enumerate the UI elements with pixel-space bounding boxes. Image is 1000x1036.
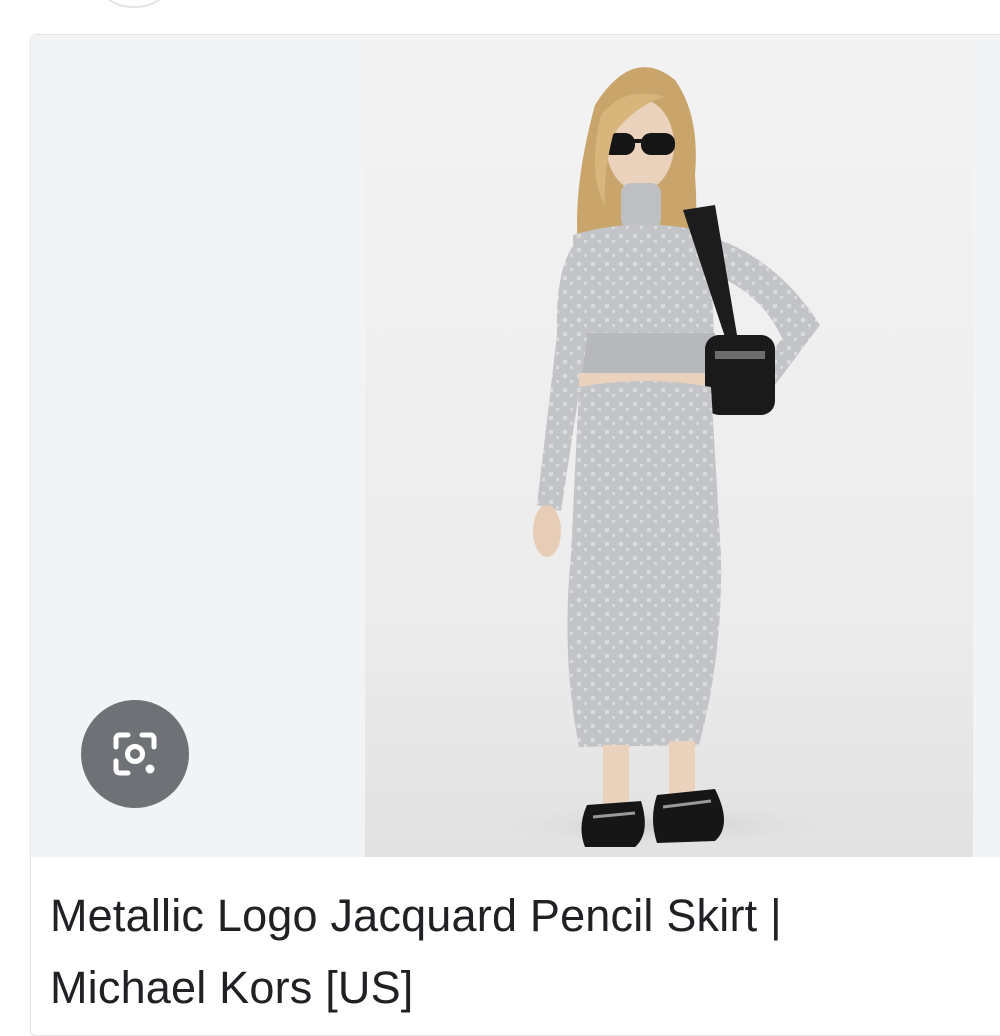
product-image[interactable] xyxy=(365,35,973,857)
result-title-line-2[interactable]: Michael Kors [US] xyxy=(50,962,414,1013)
product-photo-illustration xyxy=(465,67,865,851)
avatar xyxy=(100,0,168,8)
lens-search-button[interactable] xyxy=(81,700,189,808)
image-preview[interactable] xyxy=(31,35,1000,857)
image-padding-strip xyxy=(973,35,1000,857)
result-title[interactable]: Metallic Logo Jacquard Pencil Skirt | Mi… xyxy=(50,880,980,1024)
result-title-line-1[interactable]: Metallic Logo Jacquard Pencil Skirt | xyxy=(50,890,782,941)
google-lens-icon xyxy=(113,732,157,776)
